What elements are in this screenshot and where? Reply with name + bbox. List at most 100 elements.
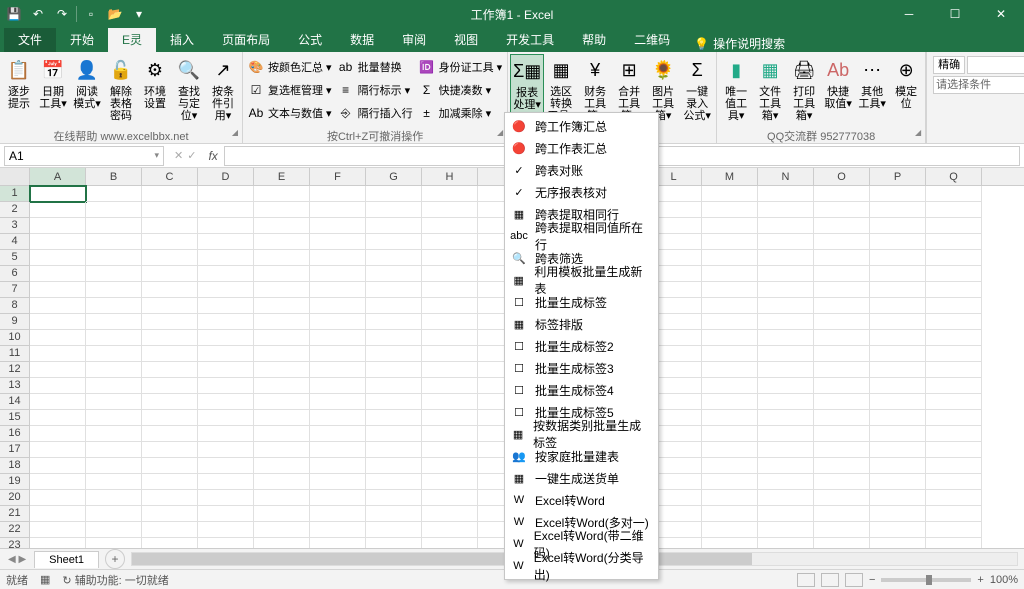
cell[interactable]	[86, 362, 142, 378]
cell[interactable]	[86, 522, 142, 538]
btn-cond-ref[interactable]: ↗按条件引用▾	[206, 54, 240, 124]
cell[interactable]	[30, 234, 86, 250]
dropdown-item[interactable]: WExcel转Word	[505, 489, 658, 511]
add-sheet-button[interactable]: +	[105, 549, 125, 569]
tab-data[interactable]: 数据	[336, 27, 388, 52]
cell[interactable]	[366, 330, 422, 346]
cell[interactable]	[86, 474, 142, 490]
cell[interactable]	[422, 218, 478, 234]
cell[interactable]	[702, 522, 758, 538]
dropdown-item[interactable]: ▦一键生成送货单	[505, 467, 658, 489]
row-header[interactable]: 13	[0, 378, 30, 394]
cell[interactable]	[702, 426, 758, 442]
cell[interactable]	[142, 474, 198, 490]
cell[interactable]	[758, 314, 814, 330]
column-header[interactable]: E	[254, 168, 310, 185]
cell[interactable]	[198, 282, 254, 298]
cell[interactable]	[870, 250, 926, 266]
cell[interactable]	[926, 202, 982, 218]
cell[interactable]	[702, 490, 758, 506]
dropdown-item[interactable]: ✓跨表对账	[505, 159, 658, 181]
cancel-icon[interactable]: ✕	[174, 149, 183, 162]
cell[interactable]	[814, 298, 870, 314]
cell[interactable]	[870, 330, 926, 346]
cell[interactable]	[870, 298, 926, 314]
sheet-tab[interactable]: Sheet1	[34, 551, 99, 568]
cell[interactable]	[758, 394, 814, 410]
row-header[interactable]: 3	[0, 218, 30, 234]
cell[interactable]	[310, 250, 366, 266]
cell[interactable]	[926, 394, 982, 410]
cell[interactable]	[86, 330, 142, 346]
cell[interactable]	[366, 298, 422, 314]
cell[interactable]	[814, 234, 870, 250]
zoom-level[interactable]: 100%	[990, 574, 1018, 586]
tab-view[interactable]: 视图	[440, 27, 492, 52]
cell[interactable]	[814, 490, 870, 506]
cell[interactable]	[926, 282, 982, 298]
cell[interactable]	[758, 522, 814, 538]
cell[interactable]	[870, 282, 926, 298]
cell[interactable]	[814, 314, 870, 330]
tab-dev[interactable]: 开发工具	[492, 27, 568, 52]
cell[interactable]	[814, 426, 870, 442]
cell[interactable]	[814, 522, 870, 538]
cell[interactable]	[702, 394, 758, 410]
cell[interactable]	[926, 298, 982, 314]
btn-formula-input[interactable]: Σ一键录入公式▾	[680, 54, 714, 124]
cell[interactable]	[30, 266, 86, 282]
status-record-icon[interactable]: ▦	[40, 573, 50, 586]
cell[interactable]	[254, 426, 310, 442]
cell[interactable]	[30, 314, 86, 330]
cell[interactable]	[422, 506, 478, 522]
cell[interactable]	[366, 394, 422, 410]
row-header[interactable]: 17	[0, 442, 30, 458]
cell[interactable]	[702, 330, 758, 346]
cell[interactable]	[30, 458, 86, 474]
cell[interactable]	[926, 330, 982, 346]
cell[interactable]	[366, 378, 422, 394]
minimize-button[interactable]: ─	[886, 0, 932, 28]
row-header[interactable]: 11	[0, 346, 30, 362]
cell[interactable]	[30, 474, 86, 490]
dropdown-item[interactable]: ☐批量生成标签4	[505, 379, 658, 401]
cell[interactable]	[254, 506, 310, 522]
cell[interactable]	[870, 362, 926, 378]
select-all-triangle[interactable]	[0, 168, 30, 185]
cell[interactable]	[142, 458, 198, 474]
btn-row-mark[interactable]: ≡隔行标示 ▾	[338, 79, 413, 101]
cell[interactable]	[254, 490, 310, 506]
cell[interactable]	[254, 362, 310, 378]
cell[interactable]	[366, 442, 422, 458]
cell[interactable]	[142, 378, 198, 394]
name-box[interactable]: A1	[4, 146, 164, 166]
cell[interactable]	[142, 522, 198, 538]
cell[interactable]	[702, 362, 758, 378]
btn-quick-sum[interactable]: Σ快捷凑数 ▾	[419, 79, 503, 101]
cell[interactable]	[198, 394, 254, 410]
open-icon[interactable]: 📂	[105, 4, 125, 24]
cell[interactable]	[142, 490, 198, 506]
fx-icon[interactable]: fx	[202, 149, 223, 163]
undo-icon[interactable]: ↶	[28, 4, 48, 24]
cell[interactable]	[254, 458, 310, 474]
dropdown-item[interactable]: WExcel转Word(分类导出)	[505, 555, 658, 577]
cell[interactable]	[310, 330, 366, 346]
cell[interactable]	[198, 490, 254, 506]
cell[interactable]	[30, 378, 86, 394]
cell[interactable]	[142, 330, 198, 346]
cell[interactable]	[254, 522, 310, 538]
cell[interactable]	[422, 234, 478, 250]
cell[interactable]	[926, 538, 982, 548]
cell[interactable]	[86, 346, 142, 362]
dropdown-item[interactable]: ☐批量生成标签3	[505, 357, 658, 379]
cell[interactable]	[366, 282, 422, 298]
cell[interactable]	[702, 378, 758, 394]
cell[interactable]	[254, 218, 310, 234]
cell[interactable]	[366, 314, 422, 330]
cell[interactable]	[702, 506, 758, 522]
cell[interactable]	[814, 378, 870, 394]
cell[interactable]	[310, 362, 366, 378]
cell[interactable]	[870, 426, 926, 442]
tab-file[interactable]: 文件	[4, 27, 56, 52]
